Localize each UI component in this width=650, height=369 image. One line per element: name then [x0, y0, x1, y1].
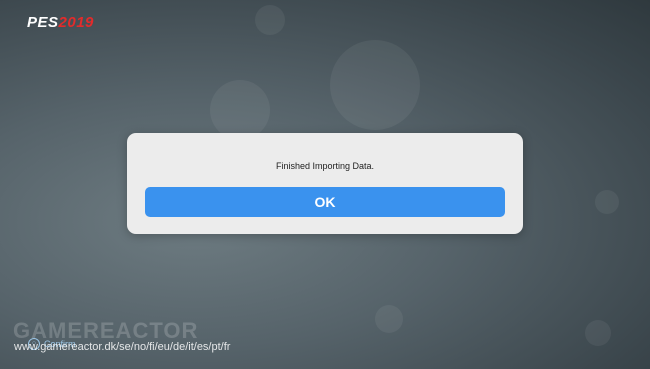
gamereactor-watermark-url: www.gamereactor.dk/se/no/fi/eu/de/it/es/…	[14, 341, 231, 353]
background-bokeh	[330, 40, 420, 130]
import-complete-dialog: Finished Importing Data. OK	[127, 133, 523, 234]
background-bokeh	[595, 190, 619, 214]
background-bokeh	[375, 305, 403, 333]
background-bokeh	[210, 80, 270, 140]
dialog-message: Finished Importing Data.	[275, 161, 375, 171]
background-bokeh	[585, 320, 611, 346]
ok-button[interactable]: OK	[145, 187, 505, 217]
pes-2019-logo: PES2019	[27, 14, 94, 31]
background-bokeh	[255, 5, 285, 35]
